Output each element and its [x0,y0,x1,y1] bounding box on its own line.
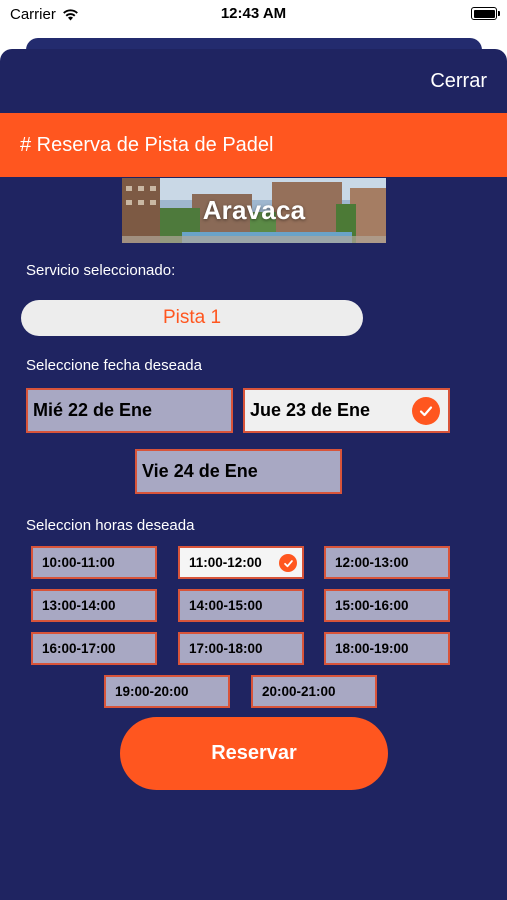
hour-option-selected[interactable]: 11:00-12:00 [178,546,304,579]
banner-title: Aravaca [202,195,306,225]
hour-option-label: 19:00-20:00 [115,684,189,699]
title-bar: # Reserva de Pista de Padel [0,113,507,177]
date-option-selected[interactable]: Jue 23 de Ene [243,388,450,433]
hour-option[interactable]: 10:00-11:00 [31,546,157,579]
hour-option-label: 16:00-17:00 [42,641,116,656]
hour-option-label: 10:00-11:00 [42,555,115,570]
hour-option-label: 18:00-19:00 [335,641,409,656]
reserve-button[interactable]: Reservar [120,717,388,790]
status-time: 12:43 AM [220,5,287,22]
battery-icon [471,7,500,20]
club-banner: Aravaca [122,178,386,243]
hour-option-label: 15:00-16:00 [335,598,409,613]
hour-option[interactable]: 15:00-16:00 [324,589,450,622]
hour-option[interactable]: 12:00-13:00 [324,546,450,579]
hour-option-label: 20:00-21:00 [262,684,336,699]
close-button[interactable]: Cerrar [430,70,487,93]
hour-option[interactable]: 19:00-20:00 [104,675,230,708]
hour-option[interactable]: 20:00-21:00 [251,675,377,708]
booking-sheet: Cerrar # Reserva de Pista de Padel Arava… [0,49,507,900]
hour-option-label: 11:00-12:00 [189,555,262,570]
hour-option-label: 17:00-18:00 [189,641,263,656]
hour-option-label: 14:00-15:00 [189,598,263,613]
date-section-label: Seleccione fecha deseada [26,357,202,374]
check-icon [279,554,297,572]
date-option-label: Vie 24 de Ene [142,461,258,481]
date-option-label: Jue 23 de Ene [250,400,371,420]
hour-option[interactable]: 14:00-15:00 [178,589,304,622]
hour-option[interactable]: 17:00-18:00 [178,632,304,665]
status-bar: Carrier 12:43 AM [0,0,507,28]
page-title: # Reserva de Pista de Padel [20,134,274,156]
hour-option-label: 12:00-13:00 [335,555,409,570]
hour-option[interactable]: 16:00-17:00 [31,632,157,665]
hour-option[interactable]: 18:00-19:00 [324,632,450,665]
check-icon [412,397,440,425]
hours-section-label: Seleccion horas deseada [26,517,195,534]
date-option[interactable]: Mié 22 de Ene [26,388,233,433]
date-option[interactable]: Vie 24 de Ene [135,449,342,494]
hour-option-label: 13:00-14:00 [42,598,116,613]
date-option-label: Mié 22 de Ene [33,400,153,420]
hour-option[interactable]: 13:00-14:00 [31,589,157,622]
service-label: Servicio seleccionado: [26,262,176,279]
selected-service: Pista 1 [21,300,363,336]
